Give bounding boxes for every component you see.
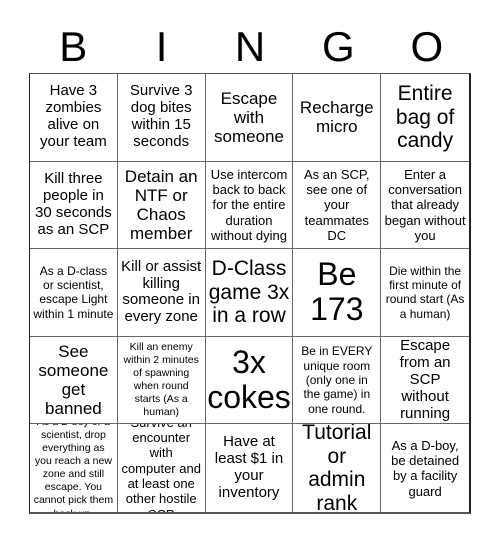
bingo-cell[interactable]: As a D-boy or a scientist, drop everythi…: [30, 424, 118, 512]
bingo-cell[interactable]: Enter a conversation that already began …: [381, 162, 469, 250]
bingo-cell[interactable]: D-Class game 3x in a row: [205, 249, 294, 337]
bingo-cell[interactable]: Survive 3 dog bites within 15 seconds: [117, 74, 206, 162]
bingo-cell[interactable]: See someone get banned: [30, 336, 118, 425]
header-letter-b: B: [59, 23, 88, 70]
bingo-cell[interactable]: Kill or assist killing someone in every …: [117, 249, 206, 337]
bingo-cell[interactable]: Be in EVERY unique room (only one in the…: [293, 336, 382, 425]
bingo-cell[interactable]: Escape from an SCP without running: [381, 337, 469, 425]
bingo-cell[interactable]: Detain an NTF or Chaos member: [117, 161, 206, 250]
bingo-cell[interactable]: Have at least $1 in your inventory: [206, 424, 294, 512]
header-letter-o: O: [410, 23, 444, 70]
bingo-cell[interactable]: Tutorial or admin rank: [293, 424, 382, 512]
bingo-cell[interactable]: As a D-class or scientist, escape Light …: [30, 249, 118, 337]
bingo-cell[interactable]: Kill an enemy within 2 minutes of spawni…: [117, 336, 206, 425]
bingo-cell[interactable]: Be 173: [293, 249, 382, 337]
header-letter-g: G: [322, 23, 355, 70]
bingo-cell[interactable]: Recharge micro: [293, 74, 382, 162]
bingo-cell[interactable]: Use intercom back to back for the entire…: [205, 161, 294, 250]
bingo-cell[interactable]: Survive an encounter with computer and a…: [118, 424, 206, 512]
bingo-cell[interactable]: As an SCP, see one of your teammates DC: [293, 161, 382, 250]
bingo-cell[interactable]: Kill three people in 30 seconds as an SC…: [30, 161, 118, 250]
bingo-cell[interactable]: Have 3 zombies alive on your team: [30, 74, 118, 162]
bingo-cell[interactable]: As a D-boy, be detained by a facility gu…: [381, 424, 469, 512]
bingo-cell[interactable]: Escape with someone: [205, 74, 294, 162]
header-letter-i: I: [155, 23, 168, 70]
header-letter-n: N: [234, 23, 266, 70]
bingo-card-grid: Have 3 zombies alive on your team Surviv…: [29, 73, 471, 514]
bingo-cell[interactable]: 3x cokes: [205, 336, 294, 425]
bingo-cell[interactable]: Die within the first minute of round sta…: [381, 249, 469, 337]
bingo-header: B I N G O: [29, 22, 471, 72]
bingo-cell[interactable]: Entire bag of candy: [381, 74, 469, 162]
